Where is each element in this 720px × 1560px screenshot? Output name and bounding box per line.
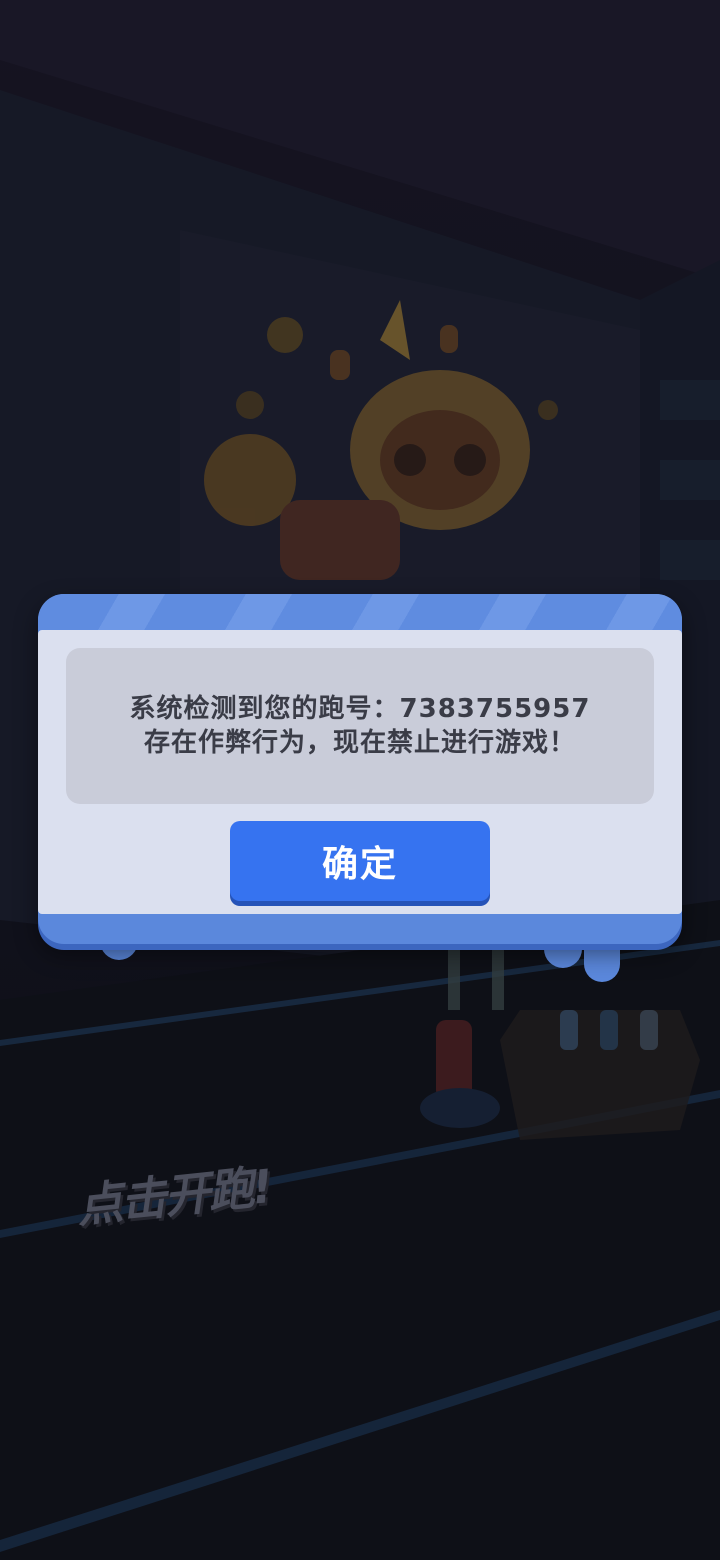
- cheat-ban-dialog: 系统检测到您的跑号：7383755957 存在作弊行为，现在禁止进行游戏！ 确定: [38, 594, 682, 982]
- ban-message-line-1: 系统检测到您的跑号：7383755957: [129, 694, 591, 724]
- confirm-button[interactable]: 确定: [230, 821, 490, 901]
- game-screen: 点击开跑! 系统检测到您的跑号：7383755957 存在作弊行为，现在禁止进行…: [0, 0, 720, 1560]
- message-box: 系统检测到您的跑号：7383755957 存在作弊行为，现在禁止进行游戏！: [66, 648, 654, 804]
- ban-message-line-2: 存在作弊行为，现在禁止进行游戏！: [143, 728, 576, 758]
